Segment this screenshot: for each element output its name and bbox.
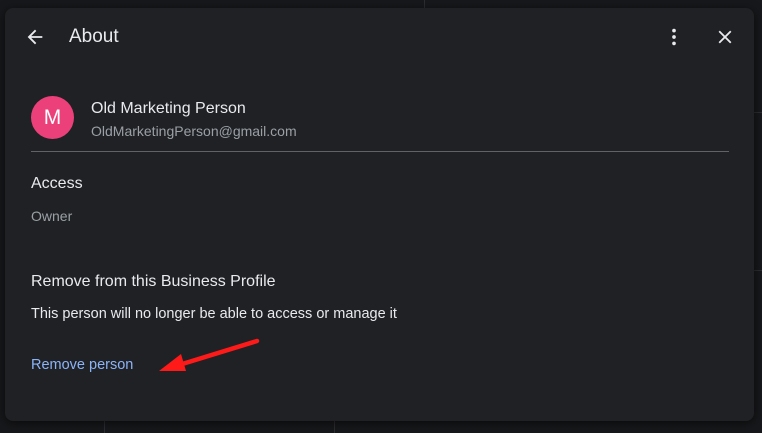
backdrop-divider — [104, 421, 105, 433]
red-arrow-icon — [159, 338, 260, 371]
access-heading: Access — [31, 175, 83, 192]
more-options-button[interactable] — [656, 19, 692, 55]
arrow-back-icon — [27, 29, 43, 45]
back-button[interactable] — [17, 19, 53, 55]
dialog-header: About — [5, 8, 754, 66]
remove-section-description: This person will no longer be able to ac… — [31, 306, 397, 322]
more-vert-icon — [672, 28, 676, 46]
remove-person-link[interactable]: Remove person — [31, 357, 133, 373]
avatar: M — [31, 96, 74, 139]
divider — [31, 151, 729, 152]
backdrop-divider — [754, 112, 762, 113]
user-email: OldMarketingPerson@gmail.com — [91, 123, 297, 139]
backdrop-divider — [754, 270, 762, 271]
close-icon — [718, 30, 732, 44]
user-name: Old Marketing Person — [91, 100, 246, 117]
access-role: Owner — [31, 208, 73, 224]
about-dialog: About M Old Marketing Person OldMarketin… — [5, 8, 754, 421]
close-button[interactable] — [707, 19, 743, 55]
backdrop-divider — [334, 421, 335, 433]
remove-section-heading: Remove from this Business Profile — [31, 273, 276, 290]
dialog-title: About — [69, 26, 119, 47]
backdrop-divider — [424, 0, 425, 8]
